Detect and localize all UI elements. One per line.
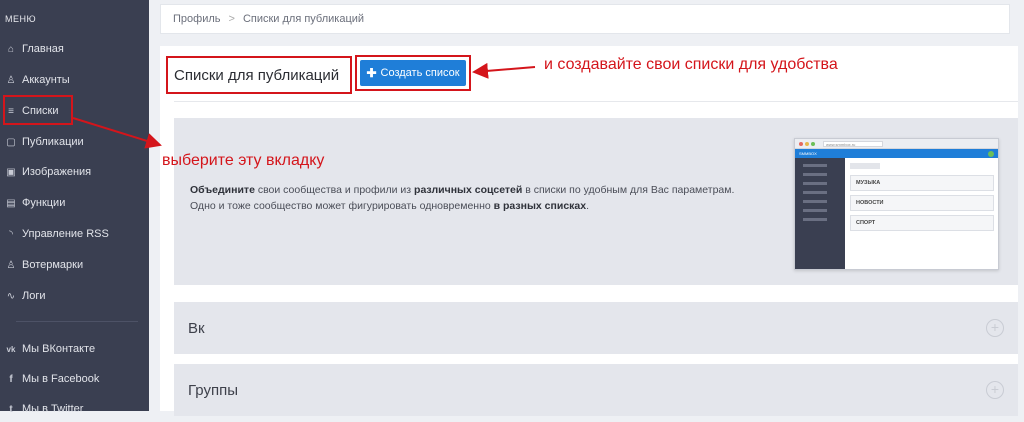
page-title: Списки для публикаций bbox=[166, 56, 352, 94]
rss-icon: ◝ bbox=[9, 228, 13, 240]
info-bold-lists: в разных списках bbox=[493, 200, 587, 212]
watermark-icon: ♙ bbox=[6, 259, 16, 271]
avatar bbox=[988, 150, 994, 157]
box-icon: ▤ bbox=[6, 197, 16, 209]
sidebar-item-logs[interactable]: ∿ Логи bbox=[0, 283, 149, 309]
info-text-part: . bbox=[586, 200, 590, 212]
info-bold-networks: различных соцсетей bbox=[414, 184, 523, 196]
info-panel: Объедините свои сообщества и профили из … bbox=[174, 118, 1018, 285]
create-list-button[interactable]: ✚ Создать список bbox=[360, 60, 466, 86]
home-icon: ⌂ bbox=[7, 43, 15, 55]
mock-header: SMMBOX bbox=[795, 149, 998, 158]
browser-bar: www.smmbox.ru bbox=[795, 139, 998, 149]
sidebar-item-label: Логи bbox=[22, 290, 46, 302]
lists-preview-illustration: www.smmbox.ru SMMBOX МУЗЫКА НОВОСТИ СПОР… bbox=[794, 138, 999, 270]
sidebar-item-label: Публикации bbox=[22, 136, 84, 148]
mock-brand: SMMBOX bbox=[799, 151, 817, 156]
header-divider bbox=[174, 101, 1018, 102]
info-bold-combine: Объедините bbox=[190, 184, 255, 196]
plus-circle-icon[interactable]: + bbox=[986, 381, 1004, 399]
sidebar-item-functions[interactable]: ▤ Функции bbox=[0, 190, 149, 216]
main-content: Списки для публикаций ✚ Создать список О… bbox=[160, 46, 1018, 416]
browser-dot-green bbox=[811, 141, 815, 146]
facebook-icon: f bbox=[9, 373, 13, 385]
group-label: Вк bbox=[188, 319, 205, 337]
sidebar-item-label: Мы в Twitter bbox=[22, 403, 84, 415]
plus-icon: ✚ bbox=[366, 66, 377, 80]
vk-icon: vk bbox=[6, 344, 16, 354]
document-icon: ▢ bbox=[6, 136, 16, 148]
sidebar-item-label: Вотермарки bbox=[22, 259, 84, 271]
info-text: Объедините свои сообщества и профили из … bbox=[190, 182, 770, 214]
sidebar-item-rss[interactable]: ◝ Управление RSS bbox=[0, 221, 149, 247]
plus-circle-icon[interactable]: + bbox=[986, 319, 1004, 337]
sidebar-item-accounts[interactable]: ♙ Аккаунты bbox=[0, 67, 149, 93]
info-text-part: Одно и тоже сообщество может фигурироват… bbox=[190, 200, 494, 212]
sidebar-item-label: Функции bbox=[22, 197, 66, 209]
sidebar-item-label: Главная bbox=[22, 43, 64, 55]
sidebar-item-images[interactable]: ▣ Изображения bbox=[0, 159, 149, 185]
sidebar-item-label: Мы в Facebook bbox=[22, 373, 100, 385]
annotation-tab-hint: выберите эту вкладку bbox=[162, 152, 325, 169]
browser-url: www.smmbox.ru bbox=[823, 140, 883, 147]
mock-sidebar bbox=[795, 158, 845, 269]
sidebar-item-label: Управление RSS bbox=[22, 228, 109, 240]
breadcrumb-home-link[interactable]: Профиль bbox=[173, 13, 221, 25]
browser-dot-red bbox=[799, 141, 803, 146]
sidebar-item-label: Аккаунты bbox=[22, 74, 70, 86]
sidebar-item-home[interactable]: ⌂ Главная bbox=[0, 36, 149, 62]
sidebar-item-label: Изображения bbox=[22, 166, 92, 178]
breadcrumb: Профиль > Списки для публикаций bbox=[160, 4, 1010, 34]
sidebar-divider bbox=[16, 321, 138, 322]
create-button-highlight: ✚ Создать список bbox=[355, 55, 471, 91]
breadcrumb-separator: > bbox=[228, 13, 235, 25]
lists-highlight-box bbox=[3, 95, 73, 125]
user-icon: ♙ bbox=[6, 74, 16, 86]
mock-list: МУЗЫКА НОВОСТИ СПОРТ bbox=[850, 163, 994, 235]
sidebar-item-watermarks[interactable]: ♙ Вотермарки bbox=[0, 252, 149, 278]
annotation-create-hint: и создавайте свои списки для удобства bbox=[544, 56, 838, 73]
mock-row: НОВОСТИ bbox=[850, 195, 994, 211]
pulse-icon: ∿ bbox=[6, 290, 16, 302]
twitter-icon: t bbox=[9, 403, 13, 415]
info-text-part: свои сообщества и профили из bbox=[254, 184, 415, 196]
sidebar-item-vk[interactable]: vk Мы ВКонтакте bbox=[0, 336, 149, 362]
mock-row: МУЗЫКА bbox=[850, 175, 994, 191]
sidebar-item-facebook[interactable]: f Мы в Facebook bbox=[0, 366, 149, 392]
group-row-groups[interactable]: Группы + bbox=[174, 364, 1018, 416]
menu-title: МЕНЮ bbox=[5, 14, 37, 24]
image-icon: ▣ bbox=[6, 166, 16, 178]
group-label: Группы bbox=[188, 381, 238, 399]
info-text-part: в списки по удобным для Вас параметрам. bbox=[522, 184, 735, 196]
create-list-label: Создать список bbox=[380, 67, 460, 79]
sidebar-item-publications[interactable]: ▢ Публикации bbox=[0, 129, 149, 155]
breadcrumb-current: Списки для публикаций bbox=[242, 13, 365, 25]
mock-row: СПОРТ bbox=[850, 215, 994, 231]
sidebar: МЕНЮ ⌂ Главная ♙ Аккаунты ≡ Списки ▢ Пуб… bbox=[0, 0, 149, 415]
mock-placeholder bbox=[850, 163, 880, 169]
browser-dot-yellow bbox=[805, 141, 809, 146]
sidebar-item-label: Мы ВКонтакте bbox=[22, 343, 96, 355]
group-row-vk[interactable]: Вк + bbox=[174, 302, 1018, 354]
sidebar-item-twitter[interactable]: t Мы в Twitter bbox=[0, 396, 149, 422]
